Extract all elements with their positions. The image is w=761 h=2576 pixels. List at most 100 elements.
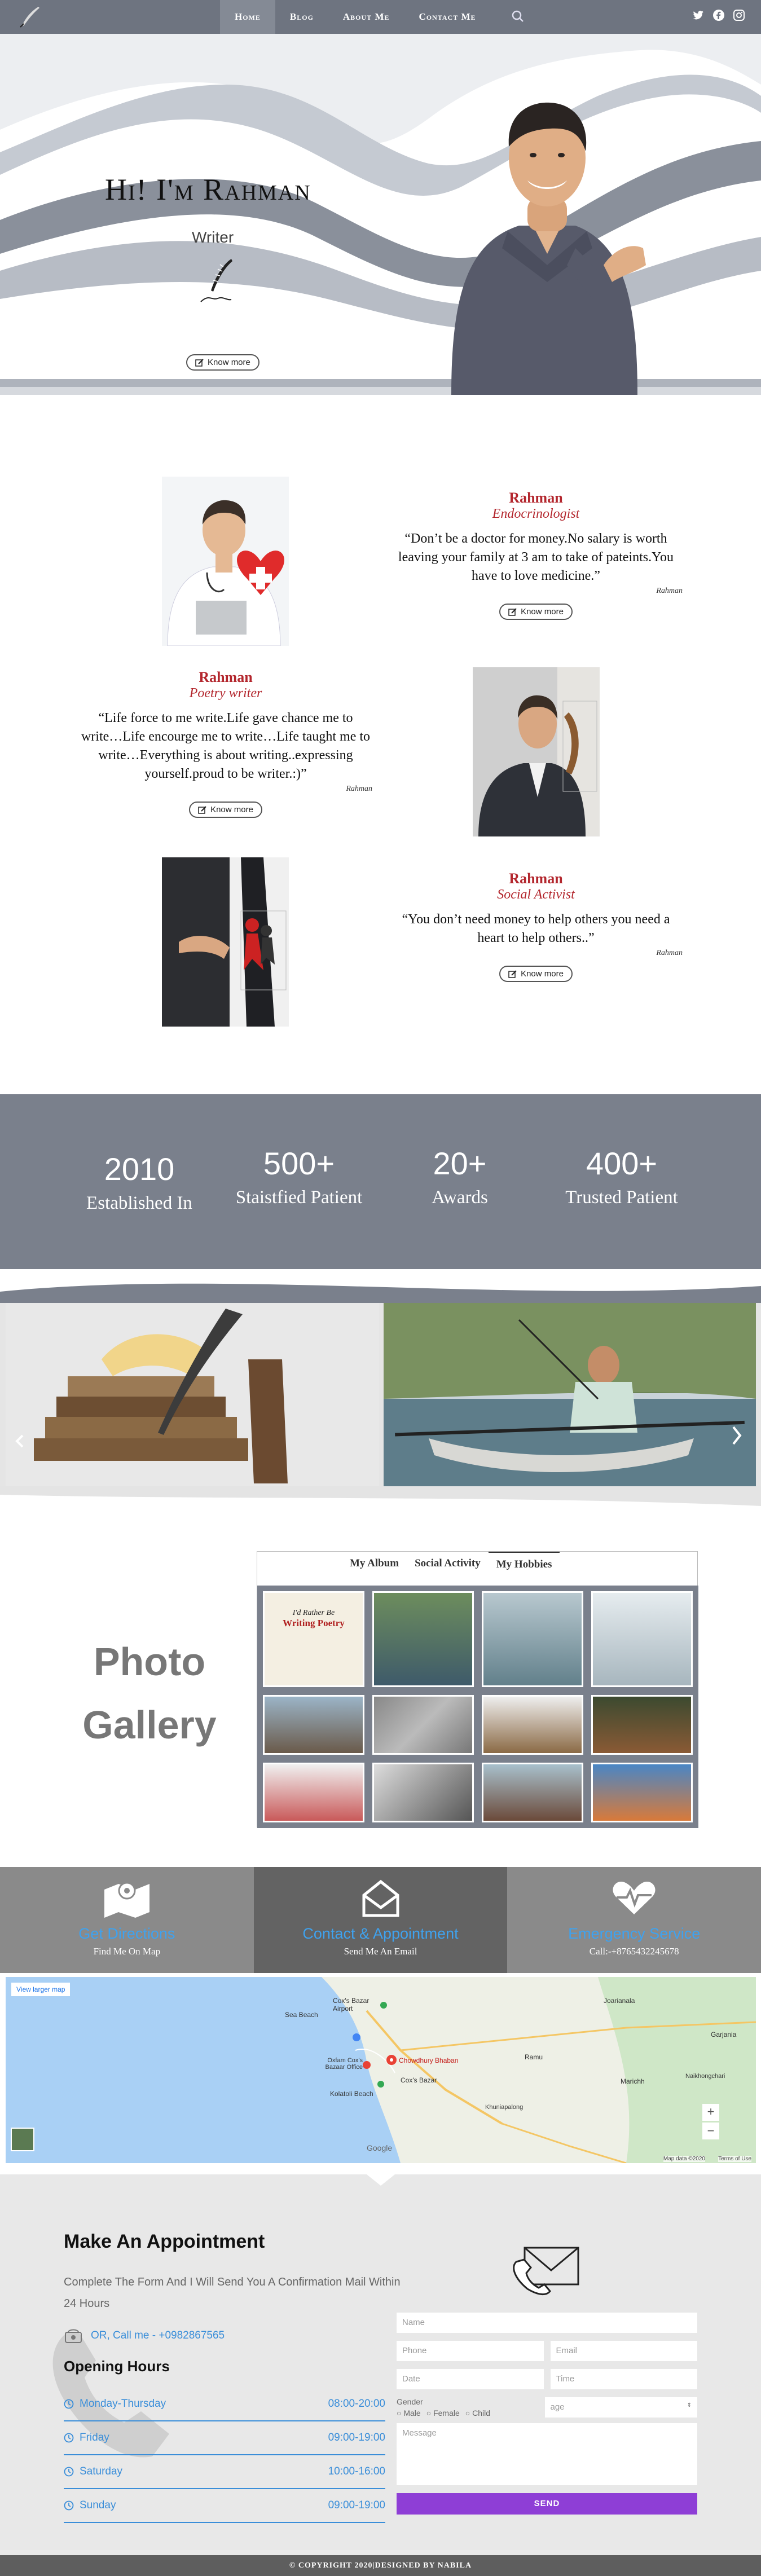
mail-phone-icon [513,2247,579,2295]
stat-label: Trusted Patient [565,1187,678,1208]
stat-satisfied-patient: 500+ Staistfied Patient [214,1145,384,1208]
profile-2-quote: “Life force to me write.Life gave chance… [81,711,371,781]
appointment-description: Complete The Form And I Will Send You A … [64,2276,401,2310]
profile-1-name: Rahman [509,490,563,506]
message-textarea[interactable]: Message [397,2423,697,2485]
info-heading: Contact & Appointment [302,1925,459,1942]
profile-1-know-more-button[interactable]: Know more [499,604,573,620]
clock-icon [64,2399,74,2409]
send-button[interactable]: SEND [397,2493,697,2515]
hours-row: Friday 09:00-19:00 [64,2421,385,2455]
gallery-thumb-poetry[interactable]: I'd Rather Be Writing Poetry [263,1591,364,1687]
tab-my-album[interactable]: My Album [342,1552,407,1577]
gallery-thumb-running[interactable] [263,1763,364,1822]
profile-1-button-label: Know more [521,607,564,617]
nav-home[interactable]: Home [220,0,275,34]
time-input[interactable]: Time [550,2369,697,2389]
contact-appointment-box[interactable]: Contact & Appointment Send Me An Email [253,1867,508,1973]
stat-awards: 20+ Awards [375,1145,544,1208]
opening-hours-list: Monday-Thursday 08:00-20:00 Friday 09:00-1… [64,2388,385,2523]
doctor-photo [162,477,289,646]
gallery-thumb-books[interactable] [482,1695,583,1755]
gallery-thumb-pen[interactable] [372,1695,474,1755]
gallery-thumb-boat[interactable] [482,1591,583,1687]
image-slider [0,1269,761,1517]
quill-logo-icon[interactable] [16,5,43,29]
get-directions-box[interactable]: Get Directions Find Me On Map [0,1867,254,1973]
poetry-caption-line-2: Writing Poetry [283,1618,345,1628]
profile-2-know-more-button[interactable]: Know more [189,802,262,818]
gallery-thumb-ink-pen[interactable] [372,1763,474,1822]
map-label-kolatoli-beach: Kolatoli Beach [330,2090,373,2098]
name-input[interactable]: Name [397,2313,697,2333]
profile-2-signature: Rahman [346,785,372,793]
gallery-thumb-railway[interactable] [482,1763,583,1822]
gallery-thumb-writing[interactable] [591,1591,693,1687]
hours-row: Sunday 09:00-19:00 [64,2489,385,2523]
emergency-service-box[interactable]: Emergency Service Call:-+8765432245678 [507,1867,761,1973]
nav-contact-me[interactable]: Contact Me [404,0,491,34]
edit-icon [508,607,517,616]
nav-about-me[interactable]: About Me [328,0,404,34]
gallery-thumb-flowers[interactable] [591,1695,693,1755]
gender-male-radio[interactable]: ○ Male [397,2408,421,2418]
kayak-fishing-slide [384,1303,756,1486]
clock-icon [64,2433,74,2443]
map-icon [104,1882,149,1918]
profile-3-quote: “You don’t need money to help others you… [402,912,670,945]
profile-1-signature: Rahman [656,587,683,595]
map-label-chowdhury-bhaban: Chowdhury Bhaban [399,2057,459,2064]
map-terms-link[interactable]: Terms of Use [718,2156,751,2162]
hours-time: 09:00-19:00 [328,2432,385,2443]
profile-1-title: Endocrinologist [492,507,580,521]
stat-number: 500+ [263,1146,335,1181]
view-larger-map-link[interactable]: View larger map [11,1983,71,1996]
gender-child-radio[interactable]: ○ Child [465,2408,490,2418]
clock-icon [64,2500,74,2511]
date-input[interactable]: Date [397,2369,544,2389]
appointment-heading: Make An Appointment [64,2231,265,2252]
email-input[interactable]: Email [550,2341,697,2361]
search-icon[interactable] [511,9,525,24]
gallery-thumb-desert[interactable] [591,1763,693,1822]
instagram-icon[interactable] [733,9,745,21]
main-menu: Home Blog About Me Contact Me [220,0,491,34]
hero-greeting: Hi! I'm Rahman [105,173,311,206]
stepper-arrows-icon[interactable]: ⇕ [687,2402,692,2412]
stat-label: Established In [86,1193,192,1213]
facebook-icon[interactable] [712,9,725,21]
svg-text:+: + [707,2104,715,2119]
tab-my-hobbies[interactable]: My Hobbies [488,1552,560,1577]
profile-3-know-more-button[interactable]: Know more [499,966,573,982]
quill-icon [197,257,237,310]
nav-blog[interactable]: Blog [275,0,328,34]
gallery-thumb-fishing[interactable] [372,1591,474,1687]
google-map[interactable]: + − View larger map Cox's Bazar Airport … [6,1977,756,2163]
gallery-thumb-friends[interactable] [263,1695,364,1755]
tab-social-activity[interactable]: Social Activity [407,1552,489,1577]
hours-time: 09:00-19:00 [328,2499,385,2511]
writer-photo [473,667,600,836]
profile-1-text: Rahman Endocrinologist “Don’t be a docto… [389,490,683,620]
call-me-link[interactable]: OR, Call me - +0982867565 [64,2328,225,2344]
info-heading: Emergency Service [568,1925,701,1942]
profile-3-text: Rahman Social Activist “You don’t need m… [389,870,683,982]
gender-option-label: Male [403,2408,421,2418]
twitter-icon[interactable] [692,9,705,21]
gender-option-label: Female [433,2408,460,2418]
gender-female-radio[interactable]: ○ Female [426,2408,460,2418]
info-sub: Send Me An Email [344,1946,417,1957]
hours-day: Saturday [80,2465,123,2477]
map-attribution: Map data ©2020 [663,2156,705,2162]
profile-3-button-label: Know more [521,969,564,979]
hours-time: 08:00-20:00 [328,2398,385,2410]
stat-number: 2010 [104,1151,175,1187]
hours-day: Sunday [80,2499,116,2511]
age-stepper[interactable]: age ⇕ [544,2397,697,2418]
phone-input[interactable]: Phone [397,2341,544,2361]
opening-hours-heading: Opening Hours [64,2358,170,2375]
hours-day: Monday-Thursday [80,2398,166,2410]
hero-know-more-button[interactable]: Know more [186,354,259,371]
svg-text:−: − [707,2124,715,2138]
stat-number: 400+ [586,1146,658,1181]
